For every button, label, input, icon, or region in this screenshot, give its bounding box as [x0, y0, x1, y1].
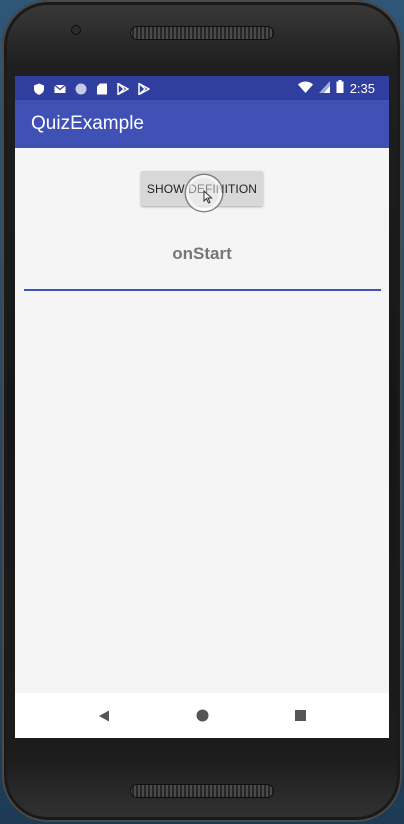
mail-icon: [54, 82, 66, 94]
phone-frame: 2:35 QuizExample SHOW DEFINITION onStart: [2, 0, 402, 822]
shield-icon: [33, 82, 45, 95]
recents-button[interactable]: [285, 701, 315, 731]
sd-card-icon: [96, 82, 108, 95]
desktop-background: 2:35 QuizExample SHOW DEFINITION onStart: [0, 0, 404, 824]
system-status: 2:35: [297, 80, 389, 96]
bottom-speaker: [130, 784, 274, 798]
recents-icon: [294, 710, 306, 721]
battery-icon: [336, 80, 344, 96]
home-button[interactable]: [187, 701, 217, 731]
device-screen: 2:35 QuizExample SHOW DEFINITION onStart: [15, 76, 389, 738]
cursor-icon: [203, 190, 213, 204]
lifecycle-text: onStart: [172, 244, 232, 263]
divider-line: [24, 289, 381, 291]
navigation-bar: [15, 693, 389, 738]
play-store-icon: [117, 82, 130, 96]
status-bar: 2:35: [15, 76, 389, 100]
top-speaker: [130, 26, 274, 40]
cell-signal-icon: [318, 80, 330, 96]
app-bar: QuizExample: [15, 100, 389, 148]
back-button[interactable]: [89, 701, 119, 731]
home-icon: [196, 709, 208, 722]
back-icon: [99, 710, 109, 721]
front-camera: [72, 26, 80, 34]
app-title: QuizExample: [31, 113, 144, 134]
status-time: 2:35: [349, 80, 375, 96]
notification-icons: [15, 82, 151, 96]
play-store-icon: [138, 82, 151, 96]
main-content: SHOW DEFINITION onStart: [15, 148, 389, 693]
wifi-icon: [297, 81, 313, 96]
circle-icon: [75, 82, 87, 95]
